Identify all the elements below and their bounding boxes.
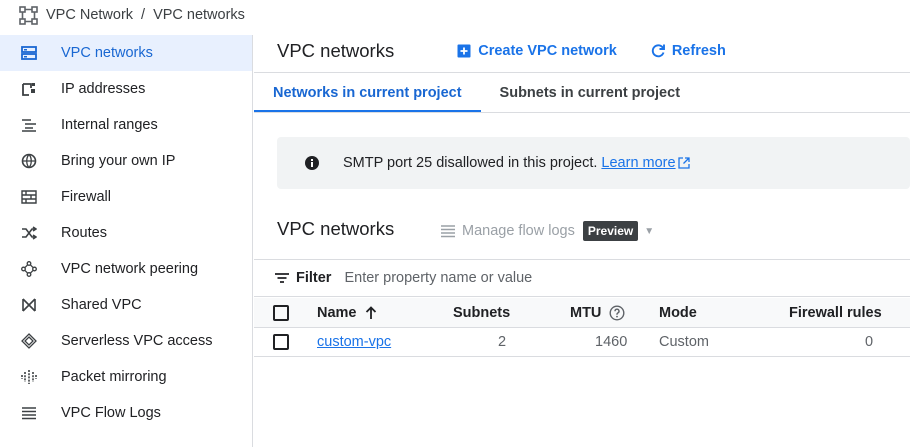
sidebar-item-label: VPC networks [61, 45, 153, 61]
sidebar-item-label: Packet mirroring [61, 369, 167, 385]
learn-more-link[interactable]: Learn more [601, 155, 675, 171]
refresh-label: Refresh [671, 43, 726, 59]
vpc-networks-icon [21, 45, 37, 61]
sidebar-item-ip-addresses[interactable]: IP addresses [0, 71, 252, 107]
breadcrumb-current: VPC networks [153, 7, 245, 23]
open-in-new-icon [677, 157, 690, 169]
sidebar-item-shared-vpc[interactable]: Shared VPC [0, 287, 252, 323]
smtp-info-banner: SMTP port 25 disallowed in this project.… [277, 137, 910, 189]
help-icon[interactable] [609, 304, 625, 321]
serverless-icon [21, 333, 37, 349]
refresh-icon [650, 43, 666, 59]
network-name-link[interactable]: custom-vpc [317, 334, 391, 350]
create-vpc-network-label: Create VPC network [478, 43, 617, 59]
shared-vpc-icon [21, 297, 37, 313]
sidebar-item-firewall[interactable]: Firewall [0, 179, 252, 215]
sidebar-item-vpc-flow-logs[interactable]: VPC Flow Logs [0, 395, 252, 431]
column-header-mtu[interactable]: MTU [570, 298, 625, 327]
page-header: VPC networks Create VPC network Refresh [254, 30, 910, 72]
sort-ascending-icon [365, 305, 377, 320]
page-title: VPC networks [277, 40, 395, 61]
filter-bar: Filter [254, 259, 910, 297]
manage-flow-logs-button[interactable]: Manage flow logs Preview ▼ [440, 221, 654, 241]
firewall-icon [21, 189, 37, 205]
vpc-network-logo-icon [19, 5, 38, 25]
sidebar-item-label: Serverless VPC access [61, 333, 213, 349]
column-header-subnets[interactable]: Subnets [453, 298, 510, 327]
sidebar-item-packet-mirroring[interactable]: Packet mirroring [0, 359, 252, 395]
preview-badge: Preview [582, 221, 639, 241]
info-icon [304, 155, 320, 171]
main-content: VPC networks Create VPC network Refresh … [254, 30, 910, 447]
mtu-cell: 1460 [595, 334, 628, 350]
sidebar-item-label: Firewall [61, 189, 111, 205]
create-vpc-network-button[interactable]: Create VPC network [456, 43, 617, 59]
column-header-firewall-rules[interactable]: Firewall rules [789, 298, 882, 327]
routes-icon [21, 225, 37, 241]
column-header-mode[interactable]: Mode [659, 298, 697, 327]
filter-label: Filter [296, 270, 332, 286]
filter-input[interactable] [344, 270, 645, 286]
internal-ranges-icon [21, 117, 37, 133]
sidebar-item-serverless-vpc-access[interactable]: Serverless VPC access [0, 323, 252, 359]
sidebar-item-label: VPC network peering [61, 261, 199, 277]
sidebar-item-bring-your-own-ip[interactable]: Bring your own IP [0, 143, 252, 179]
sidebar-item-routes[interactable]: Routes [0, 215, 252, 251]
breadcrumb: VPC Network / VPC networks [0, 0, 910, 30]
sidebar-item-label: IP addresses [61, 81, 146, 97]
table-row: custom-vpc 2 1460 Custom 0 [254, 328, 910, 357]
column-label: Name [317, 304, 357, 321]
sidebar-item-label: Internal ranges [61, 117, 158, 133]
sidebar-item-label: Routes [61, 225, 107, 241]
flow-logs-icon [21, 405, 37, 421]
sidebar-item-vpc-network-peering[interactable]: VPC network peering [0, 251, 252, 287]
column-label: MTU [570, 304, 602, 321]
sidebar-item-internal-ranges[interactable]: Internal ranges [0, 107, 252, 143]
refresh-button[interactable]: Refresh [650, 43, 726, 59]
firewall-rules-cell: 0 [865, 334, 874, 350]
filter-icon [274, 270, 290, 286]
list-icon [440, 223, 456, 239]
tab-bar: Networks in current project Subnets in c… [254, 72, 910, 113]
ip-addresses-icon [21, 81, 37, 97]
sidebar-item-label: Bring your own IP [61, 153, 176, 169]
dropdown-arrow-icon: ▼ [644, 225, 655, 237]
sidebar: VPC networks IP addresses Internal range… [0, 35, 253, 447]
sidebar-item-label: Shared VPC [61, 297, 142, 313]
globe-icon [21, 153, 37, 169]
breadcrumb-separator: / [141, 7, 146, 23]
packet-mirroring-icon [21, 369, 37, 385]
sidebar-item-vpc-networks[interactable]: VPC networks [0, 35, 252, 71]
row-checkbox[interactable] [273, 334, 289, 350]
tab-subnets-in-current-project[interactable]: Subnets in current project [481, 73, 699, 112]
mode-cell: Custom [659, 334, 709, 350]
banner-text: SMTP port 25 disallowed in this project. [343, 155, 598, 171]
add-box-icon [456, 43, 472, 59]
manage-flow-logs-label: Manage flow logs [462, 223, 575, 239]
column-header-name[interactable]: Name [317, 298, 377, 327]
breadcrumb-root[interactable]: VPC Network [46, 7, 133, 23]
sidebar-item-label: VPC Flow Logs [61, 405, 161, 421]
tab-networks-in-current-project[interactable]: Networks in current project [254, 73, 481, 112]
select-all-checkbox[interactable] [273, 304, 289, 321]
peering-icon [21, 261, 37, 277]
table-header: Name Subnets MTU Mode Firewall rules [254, 298, 910, 328]
section-title: VPC networks [277, 218, 395, 239]
subnets-cell: 2 [498, 334, 507, 350]
